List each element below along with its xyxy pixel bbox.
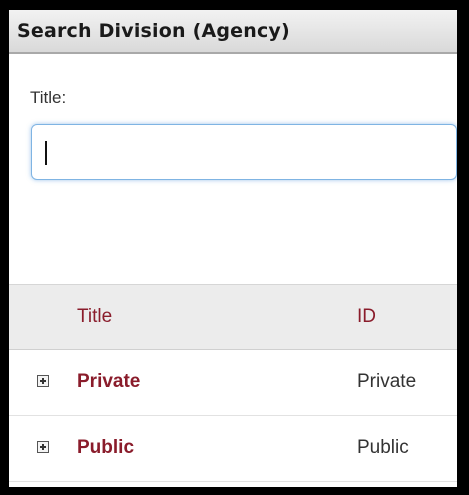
results-grid-header: Title ID	[9, 284, 457, 350]
row-id-cell: Public	[357, 437, 409, 458]
column-header-title[interactable]: Title	[77, 306, 112, 328]
row-id-cell: Private	[357, 371, 417, 392]
row-title-link[interactable]: Private	[77, 371, 140, 393]
title-search-input[interactable]	[31, 124, 457, 180]
expand-plus-icon[interactable]	[37, 441, 49, 453]
search-division-window: Search Division (Agency) Title: Title ID…	[0, 0, 469, 495]
table-row[interactable]: Public Public	[9, 416, 457, 482]
title-field-label: Title:	[30, 88, 67, 107]
text-caret	[45, 141, 47, 165]
table-row[interactable]: Private Private	[9, 350, 457, 416]
row-title-link[interactable]: Public	[77, 437, 134, 459]
panel-header: Search Division (Agency)	[9, 10, 457, 54]
column-header-id[interactable]: ID	[357, 306, 376, 328]
expand-plus-icon[interactable]	[37, 375, 49, 387]
panel-title: Search Division (Agency)	[17, 20, 290, 42]
